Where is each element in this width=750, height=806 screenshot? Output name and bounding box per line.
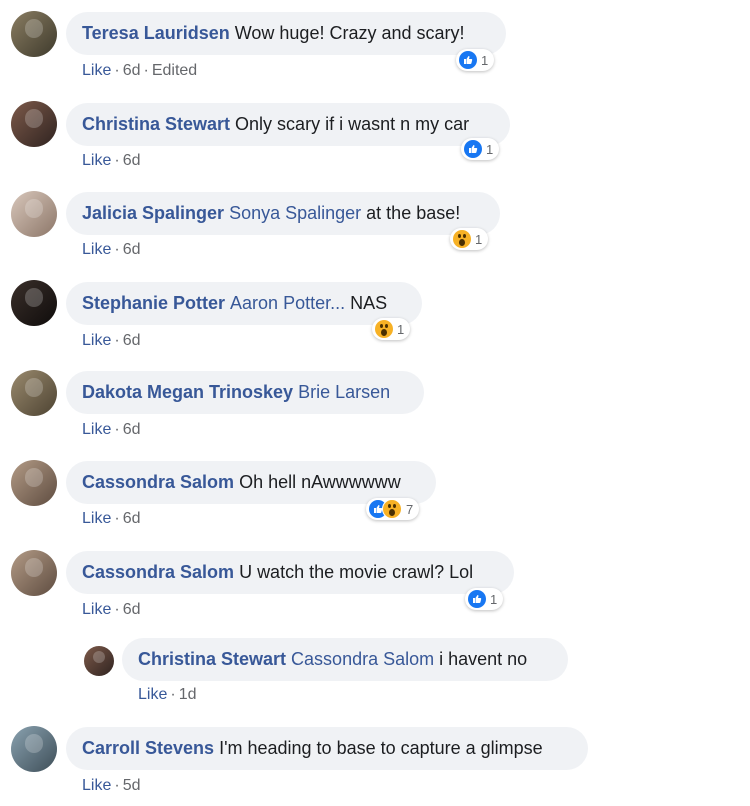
like-link[interactable]: Like bbox=[82, 777, 111, 794]
comment-text: at the base! bbox=[366, 203, 461, 223]
comment-timestamp[interactable]: 6d bbox=[123, 510, 141, 527]
comment-bubble: Carroll Stevens I'm heading to base to c… bbox=[66, 727, 588, 770]
avatar[interactable] bbox=[11, 460, 57, 506]
comment-text: i havent no bbox=[439, 649, 528, 669]
reaction-count: 1 bbox=[486, 141, 494, 157]
like-link[interactable]: Like bbox=[82, 421, 111, 438]
comment-text: U watch the movie crawl? Lol bbox=[239, 562, 474, 582]
comment-author-link[interactable]: Cassondra Salom bbox=[82, 472, 234, 493]
like-link[interactable]: Like bbox=[82, 601, 111, 618]
comment-text: I'm heading to base to capture a glimpse bbox=[219, 738, 543, 758]
comment-author-link[interactable]: Dakota Megan Trinoskey bbox=[82, 382, 293, 403]
comment-author-link[interactable]: Stephanie Potter bbox=[82, 293, 225, 314]
like-link[interactable]: Like bbox=[82, 332, 111, 349]
comment-bubble: Christina Stewart Only scary if i wasnt … bbox=[66, 103, 510, 146]
avatar[interactable] bbox=[11, 370, 57, 416]
comment-text: NAS bbox=[350, 293, 388, 313]
comment-text: Only scary if i wasnt n my car bbox=[235, 114, 470, 134]
comment-bubble: Cassondra Salom U watch the movie crawl?… bbox=[66, 551, 514, 594]
avatar[interactable] bbox=[11, 11, 57, 57]
comment-meta: Like · 6d bbox=[82, 601, 141, 618]
comment-author-link[interactable]: Carroll Stevens bbox=[82, 738, 214, 759]
like-icon bbox=[468, 590, 486, 608]
comment-timestamp[interactable]: 6d bbox=[123, 62, 141, 79]
comment-meta: Like · 5d bbox=[82, 777, 141, 794]
comment-meta: Like · 6d bbox=[82, 152, 141, 169]
comment-timestamp[interactable]: 6d bbox=[123, 241, 141, 258]
mention-link[interactable]: Brie Larsen bbox=[298, 382, 390, 403]
avatar[interactable] bbox=[11, 191, 57, 237]
comment-timestamp[interactable]: 6d bbox=[123, 601, 141, 618]
comment-meta: Like · 1d bbox=[138, 686, 197, 703]
avatar[interactable] bbox=[11, 101, 57, 147]
avatar[interactable] bbox=[84, 646, 114, 676]
reaction-summary[interactable]: 1 bbox=[461, 138, 500, 160]
comment-author-link[interactable]: Jalicia Spalinger bbox=[82, 203, 224, 224]
avatar[interactable] bbox=[11, 280, 57, 326]
comment-author-link[interactable]: Cassondra Salom bbox=[82, 562, 234, 583]
reaction-count: 1 bbox=[481, 52, 489, 68]
comment-text: Wow huge! Crazy and scary! bbox=[234, 23, 465, 43]
wow-icon bbox=[382, 499, 402, 519]
reaction-count: 1 bbox=[475, 231, 483, 247]
edited-label: Edited bbox=[151, 62, 198, 79]
avatar[interactable] bbox=[11, 726, 57, 772]
reaction-summary[interactable]: 1 bbox=[372, 318, 411, 340]
wow-icon bbox=[453, 230, 471, 248]
reaction-summary[interactable]: 1 bbox=[450, 228, 489, 250]
comment-timestamp[interactable]: 6d bbox=[123, 152, 141, 169]
reaction-summary[interactable]: 7 bbox=[366, 498, 420, 520]
like-link[interactable]: Like bbox=[82, 510, 111, 527]
comment-timestamp[interactable]: 6d bbox=[123, 332, 141, 349]
comment-bubble: Jalicia Spalinger Sonya Spalinger at the… bbox=[66, 192, 500, 235]
reaction-count: 1 bbox=[397, 321, 405, 337]
comment-meta: Like · 6d · Edited bbox=[82, 62, 198, 79]
reaction-summary[interactable]: 1 bbox=[465, 588, 504, 610]
wow-icon bbox=[375, 320, 393, 338]
comment-bubble: Stephanie Potter Aaron Potter... NAS bbox=[66, 282, 422, 325]
comment-meta: Like · 6d bbox=[82, 510, 141, 527]
like-icon bbox=[459, 51, 477, 69]
mention-link[interactable]: Aaron Potter... bbox=[230, 293, 345, 314]
comment-timestamp[interactable]: 5d bbox=[123, 777, 141, 794]
reaction-count: 1 bbox=[490, 591, 498, 607]
avatar[interactable] bbox=[11, 550, 57, 596]
comment-bubble: Teresa Lauridsen Wow huge! Crazy and sca… bbox=[66, 12, 506, 55]
comment-author-link[interactable]: Christina Stewart bbox=[82, 114, 230, 135]
comment-author-link[interactable]: Christina Stewart bbox=[138, 649, 286, 670]
comment-timestamp[interactable]: 1d bbox=[179, 686, 197, 703]
comment-author-link[interactable]: Teresa Lauridsen bbox=[82, 23, 230, 44]
comment-text: Oh hell nAwwwwww bbox=[239, 472, 401, 492]
mention-link[interactable]: Sonya Spalinger bbox=[229, 203, 361, 224]
like-icon bbox=[464, 140, 482, 158]
comment-bubble: Dakota Megan Trinoskey Brie Larsen bbox=[66, 371, 424, 414]
like-link[interactable]: Like bbox=[138, 686, 167, 703]
comment-meta: Like · 6d bbox=[82, 241, 141, 258]
comment-meta: Like · 6d bbox=[82, 421, 141, 438]
mention-link[interactable]: Cassondra Salom bbox=[291, 649, 434, 670]
comment-bubble: Christina Stewart Cassondra Salom i have… bbox=[122, 638, 568, 681]
comment-meta: Like · 6d bbox=[82, 332, 141, 349]
comment-timestamp[interactable]: 6d bbox=[123, 421, 141, 438]
reaction-count: 7 bbox=[406, 501, 414, 517]
like-link[interactable]: Like bbox=[82, 62, 111, 79]
like-link[interactable]: Like bbox=[82, 152, 111, 169]
like-link[interactable]: Like bbox=[82, 241, 111, 258]
reaction-summary[interactable]: 1 bbox=[456, 49, 495, 71]
